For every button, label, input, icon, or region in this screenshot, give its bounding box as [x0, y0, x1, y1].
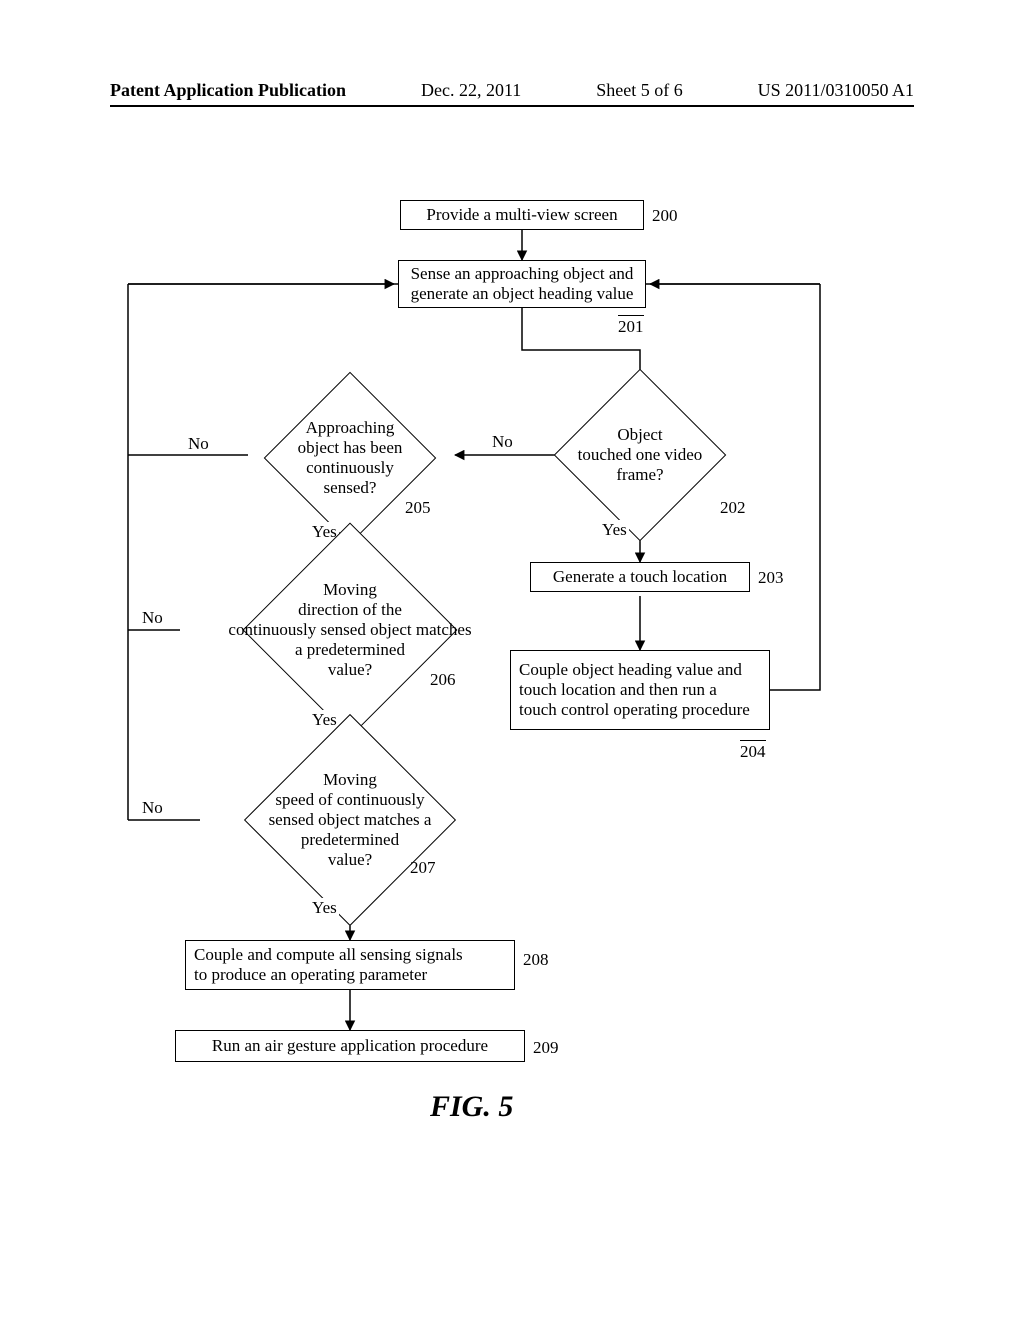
step-209-text: Run an air gesture application procedure [212, 1036, 488, 1056]
header-title: Patent Application Publication [110, 80, 346, 101]
page-header: Patent Application Publication Dec. 22, … [0, 80, 1024, 105]
edge-202-no: No [490, 432, 515, 452]
ref-203: 203 [758, 568, 784, 588]
decision-202-text: Object touched one video frame? [578, 425, 703, 485]
ref-200: 200 [652, 206, 678, 226]
edge-207-yes: Yes [310, 898, 339, 918]
step-203: Generate a touch location [530, 562, 750, 592]
step-200-text: Provide a multi-view screen [426, 205, 617, 225]
step-208: Couple and compute all sensing signals t… [185, 940, 515, 990]
step-201: Sense an approaching object and generate… [398, 260, 646, 308]
step-203-text: Generate a touch location [553, 567, 727, 587]
ref-209: 209 [533, 1038, 559, 1058]
ref-201: 201 [618, 315, 644, 337]
header-sheet: Sheet 5 of 6 [596, 80, 682, 101]
header-rule [110, 105, 914, 107]
edge-202-yes: Yes [600, 520, 629, 540]
step-204: Couple object heading value and touch lo… [510, 650, 770, 730]
step-200: Provide a multi-view screen [400, 200, 644, 230]
step-208-text: Couple and compute all sensing signals t… [194, 945, 463, 985]
figure-label: FIG. 5 [430, 1090, 513, 1124]
decision-207: Moving speed of continuously sensed obje… [185, 750, 515, 890]
ref-208: 208 [523, 950, 549, 970]
header-date: Dec. 22, 2011 [421, 80, 521, 101]
step-204-text: Couple object heading value and touch lo… [519, 660, 750, 720]
edge-205-no: No [186, 434, 211, 454]
edge-207-no: No [140, 798, 165, 818]
ref-202: 202 [720, 498, 746, 518]
ref-205: 205 [405, 498, 431, 518]
header-pubno: US 2011/0310050 A1 [758, 80, 914, 101]
ref-204: 204 [740, 740, 766, 762]
step-209: Run an air gesture application procedure [175, 1030, 525, 1062]
decision-206: Moving direction of the continuously sen… [165, 560, 535, 700]
decision-202: Object touched one video frame? [545, 400, 735, 510]
decision-205-text: Approaching object has been continuously… [298, 418, 403, 498]
edge-206-no: No [140, 608, 165, 628]
page: Patent Application Publication Dec. 22, … [0, 0, 1024, 1320]
edge-206-yes: Yes [310, 710, 339, 730]
step-201-text: Sense an approaching object and generate… [411, 264, 634, 304]
decision-207-text: Moving speed of continuously sensed obje… [269, 770, 432, 870]
decision-206-text: Moving direction of the continuously sen… [228, 580, 471, 680]
